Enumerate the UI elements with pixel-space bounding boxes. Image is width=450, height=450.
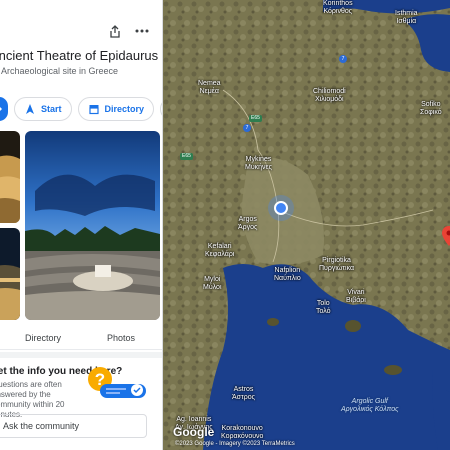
map-label-myloi[interactable]: Myloi Μύλοι xyxy=(203,276,222,292)
map-label-text-greek: Ισθμία xyxy=(396,18,417,25)
map-label-text: Mykines xyxy=(245,156,272,163)
map-label-mykines[interactable]: Mykines Μυκήνες xyxy=(245,156,272,172)
map-label-text: Korakonouvo xyxy=(221,425,263,432)
satellite-map[interactable]: Korinthos Κόρινθος Isthmia Ισθμία Nemea Νεμ… xyxy=(163,0,450,450)
place-panel: Ancient Theatre of Epidaurus Archaeologi… xyxy=(0,0,163,450)
store-icon xyxy=(88,105,99,115)
more-vert-icon[interactable] xyxy=(133,22,151,40)
road-shield-e65: E65 xyxy=(249,115,262,122)
map-label-text-greek: Σοφικό xyxy=(420,109,442,116)
directions-button[interactable] xyxy=(0,97,8,121)
map-label-tolo[interactable]: Tolo Τολό xyxy=(316,300,331,316)
map-label-nemea[interactable]: Nemea Νεμέα xyxy=(198,80,221,96)
map-label-nafplion[interactable]: Nafplion Ναύπλιο xyxy=(274,267,301,283)
share-icon[interactable] xyxy=(106,22,124,40)
place-pin-icon[interactable] xyxy=(442,226,450,250)
panel-toolbar xyxy=(0,20,162,42)
map-label-text-greek: Βιβάρι xyxy=(346,297,366,304)
map-label-pirgiotika[interactable]: Pirgiotika Πυργιώτικα xyxy=(319,257,354,273)
map-label-text-greek: Άργος xyxy=(238,224,258,231)
map-label-argolic-gulf[interactable]: Argolic Gulf Αργολικός Κόλπος xyxy=(341,398,399,414)
map-label-text: Sofiko xyxy=(421,101,441,108)
map-label-text: Korinthos xyxy=(323,0,353,7)
map-label-text-greek: Μυκήνες xyxy=(245,164,273,171)
map-label-vivari[interactable]: Vivari Βιβάρι xyxy=(346,289,366,305)
map-label-text: Ag. Ioannis xyxy=(176,416,212,423)
map-label-text-greek: Πυργιώτικα xyxy=(319,265,355,272)
map-terrain xyxy=(163,0,450,450)
current-location-dot[interactable] xyxy=(274,201,288,215)
road-shield-7: 7 xyxy=(243,124,251,132)
map-label-text: Astros xyxy=(233,386,254,393)
map-label-text: Nemea xyxy=(198,80,221,87)
map-label-argos[interactable]: Argos Άργος xyxy=(238,216,257,232)
navigation-arrow-icon xyxy=(26,104,34,114)
map-label-text: Myloi xyxy=(204,276,221,283)
start-label: Start xyxy=(41,104,62,114)
directions-icon xyxy=(0,107,2,111)
map-label-text: Vivari xyxy=(347,289,365,296)
map-label-sofiko[interactable]: Sofiko Σοφικό xyxy=(420,101,442,117)
photo-theatre-lit[interactable] xyxy=(0,131,20,223)
directory-label: Directory xyxy=(104,104,145,114)
map-label-text: Pirgiotika xyxy=(322,257,351,264)
map-label-text-greek: Νεμέα xyxy=(199,88,219,95)
photo-theatre-evening[interactable] xyxy=(25,131,160,320)
map-label-text: Isthmia xyxy=(395,10,418,17)
map-label-text-greek: Ναύπλιο xyxy=(274,275,301,282)
road-shield-7: 7 xyxy=(339,55,347,63)
map-label-text-greek: Κόρινθος xyxy=(323,8,353,15)
road-shield-e65: E65 xyxy=(180,153,193,160)
question-illustration: ? xyxy=(88,367,146,398)
map-attribution: ©2023 Google - Imagery ©2023 TerraMetric… xyxy=(175,441,295,447)
map-label-kefalari[interactable]: Kefalari Κεφαλάρι xyxy=(205,243,234,259)
map-label-text-greek: Τολό xyxy=(316,308,331,315)
map-label-text: Nafplion xyxy=(274,267,301,274)
google-logo: Google xyxy=(173,425,215,439)
place-title: Ancient Theatre of Epidaurus xyxy=(0,48,159,63)
place-tabs: Directory Photos xyxy=(0,326,162,350)
map-label-chiliomodi[interactable]: Chiliomodi Χιλιομόδι xyxy=(313,88,346,104)
map-label-text-greek: Χιλιομόδι xyxy=(315,96,344,103)
tab-photos[interactable]: Photos xyxy=(107,333,135,343)
photo-theatre-night[interactable] xyxy=(0,228,20,320)
map-label-text: Tolo xyxy=(316,300,330,307)
map-label-astros[interactable]: Astros Άστρος xyxy=(232,386,255,402)
map-label-text: Argolic Gulf xyxy=(351,398,388,405)
action-chips: Start Directory xyxy=(0,97,162,121)
map-label-text: Chiliomodi xyxy=(313,88,346,95)
tab-directory[interactable]: Directory xyxy=(25,333,61,343)
ask-community-button[interactable]: Ask the community xyxy=(0,414,147,438)
directory-button[interactable]: Directory xyxy=(77,97,155,121)
map-label-text-greek: Άστρος xyxy=(232,394,256,401)
map-label-korakonouvo[interactable]: Korakonouvo Κορακόνουνο xyxy=(221,425,263,441)
map-label-korinthos[interactable]: Korinthos Κόρινθος xyxy=(323,0,353,16)
map-label-text: Kefalari xyxy=(207,243,232,250)
map-label-text-greek: Κορακόνουνο xyxy=(221,433,264,440)
map-label-text-greek: Μύλοι xyxy=(203,284,222,291)
section-divider xyxy=(0,352,162,358)
map-label-isthmia[interactable]: Isthmia Ισθμία xyxy=(395,10,418,26)
map-label-text-greek: Κεφαλάρι xyxy=(205,251,235,258)
map-label-text-greek: Αργολικός Κόλπος xyxy=(341,406,399,413)
map-label-text: Argos xyxy=(238,216,257,223)
place-subtitle: Archaeological site in Greece xyxy=(1,66,119,76)
start-button[interactable]: Start xyxy=(14,97,72,121)
